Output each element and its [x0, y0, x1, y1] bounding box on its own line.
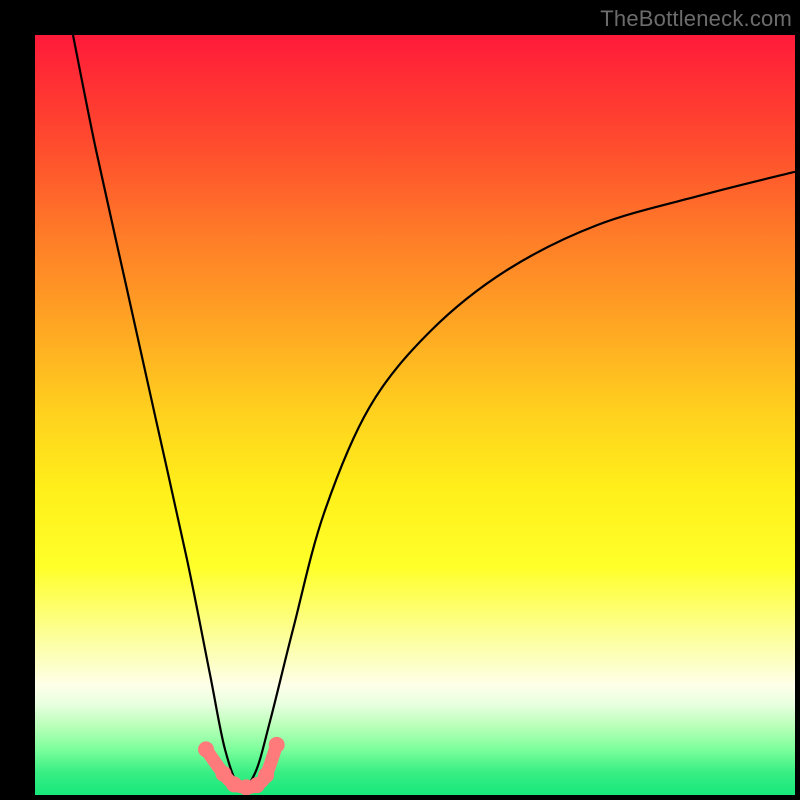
plot-area — [35, 35, 795, 795]
curve-group — [73, 35, 795, 795]
chart-frame: TheBottleneck.com — [0, 0, 800, 800]
marker-dot — [269, 737, 285, 753]
watermark-text: TheBottleneck.com — [600, 6, 792, 32]
near-optimal-markers — [198, 737, 285, 795]
marker-dot — [258, 767, 274, 783]
bottleneck-curve-svg — [35, 35, 795, 795]
marker-dot — [198, 741, 214, 757]
bottleneck-curve — [73, 35, 795, 788]
